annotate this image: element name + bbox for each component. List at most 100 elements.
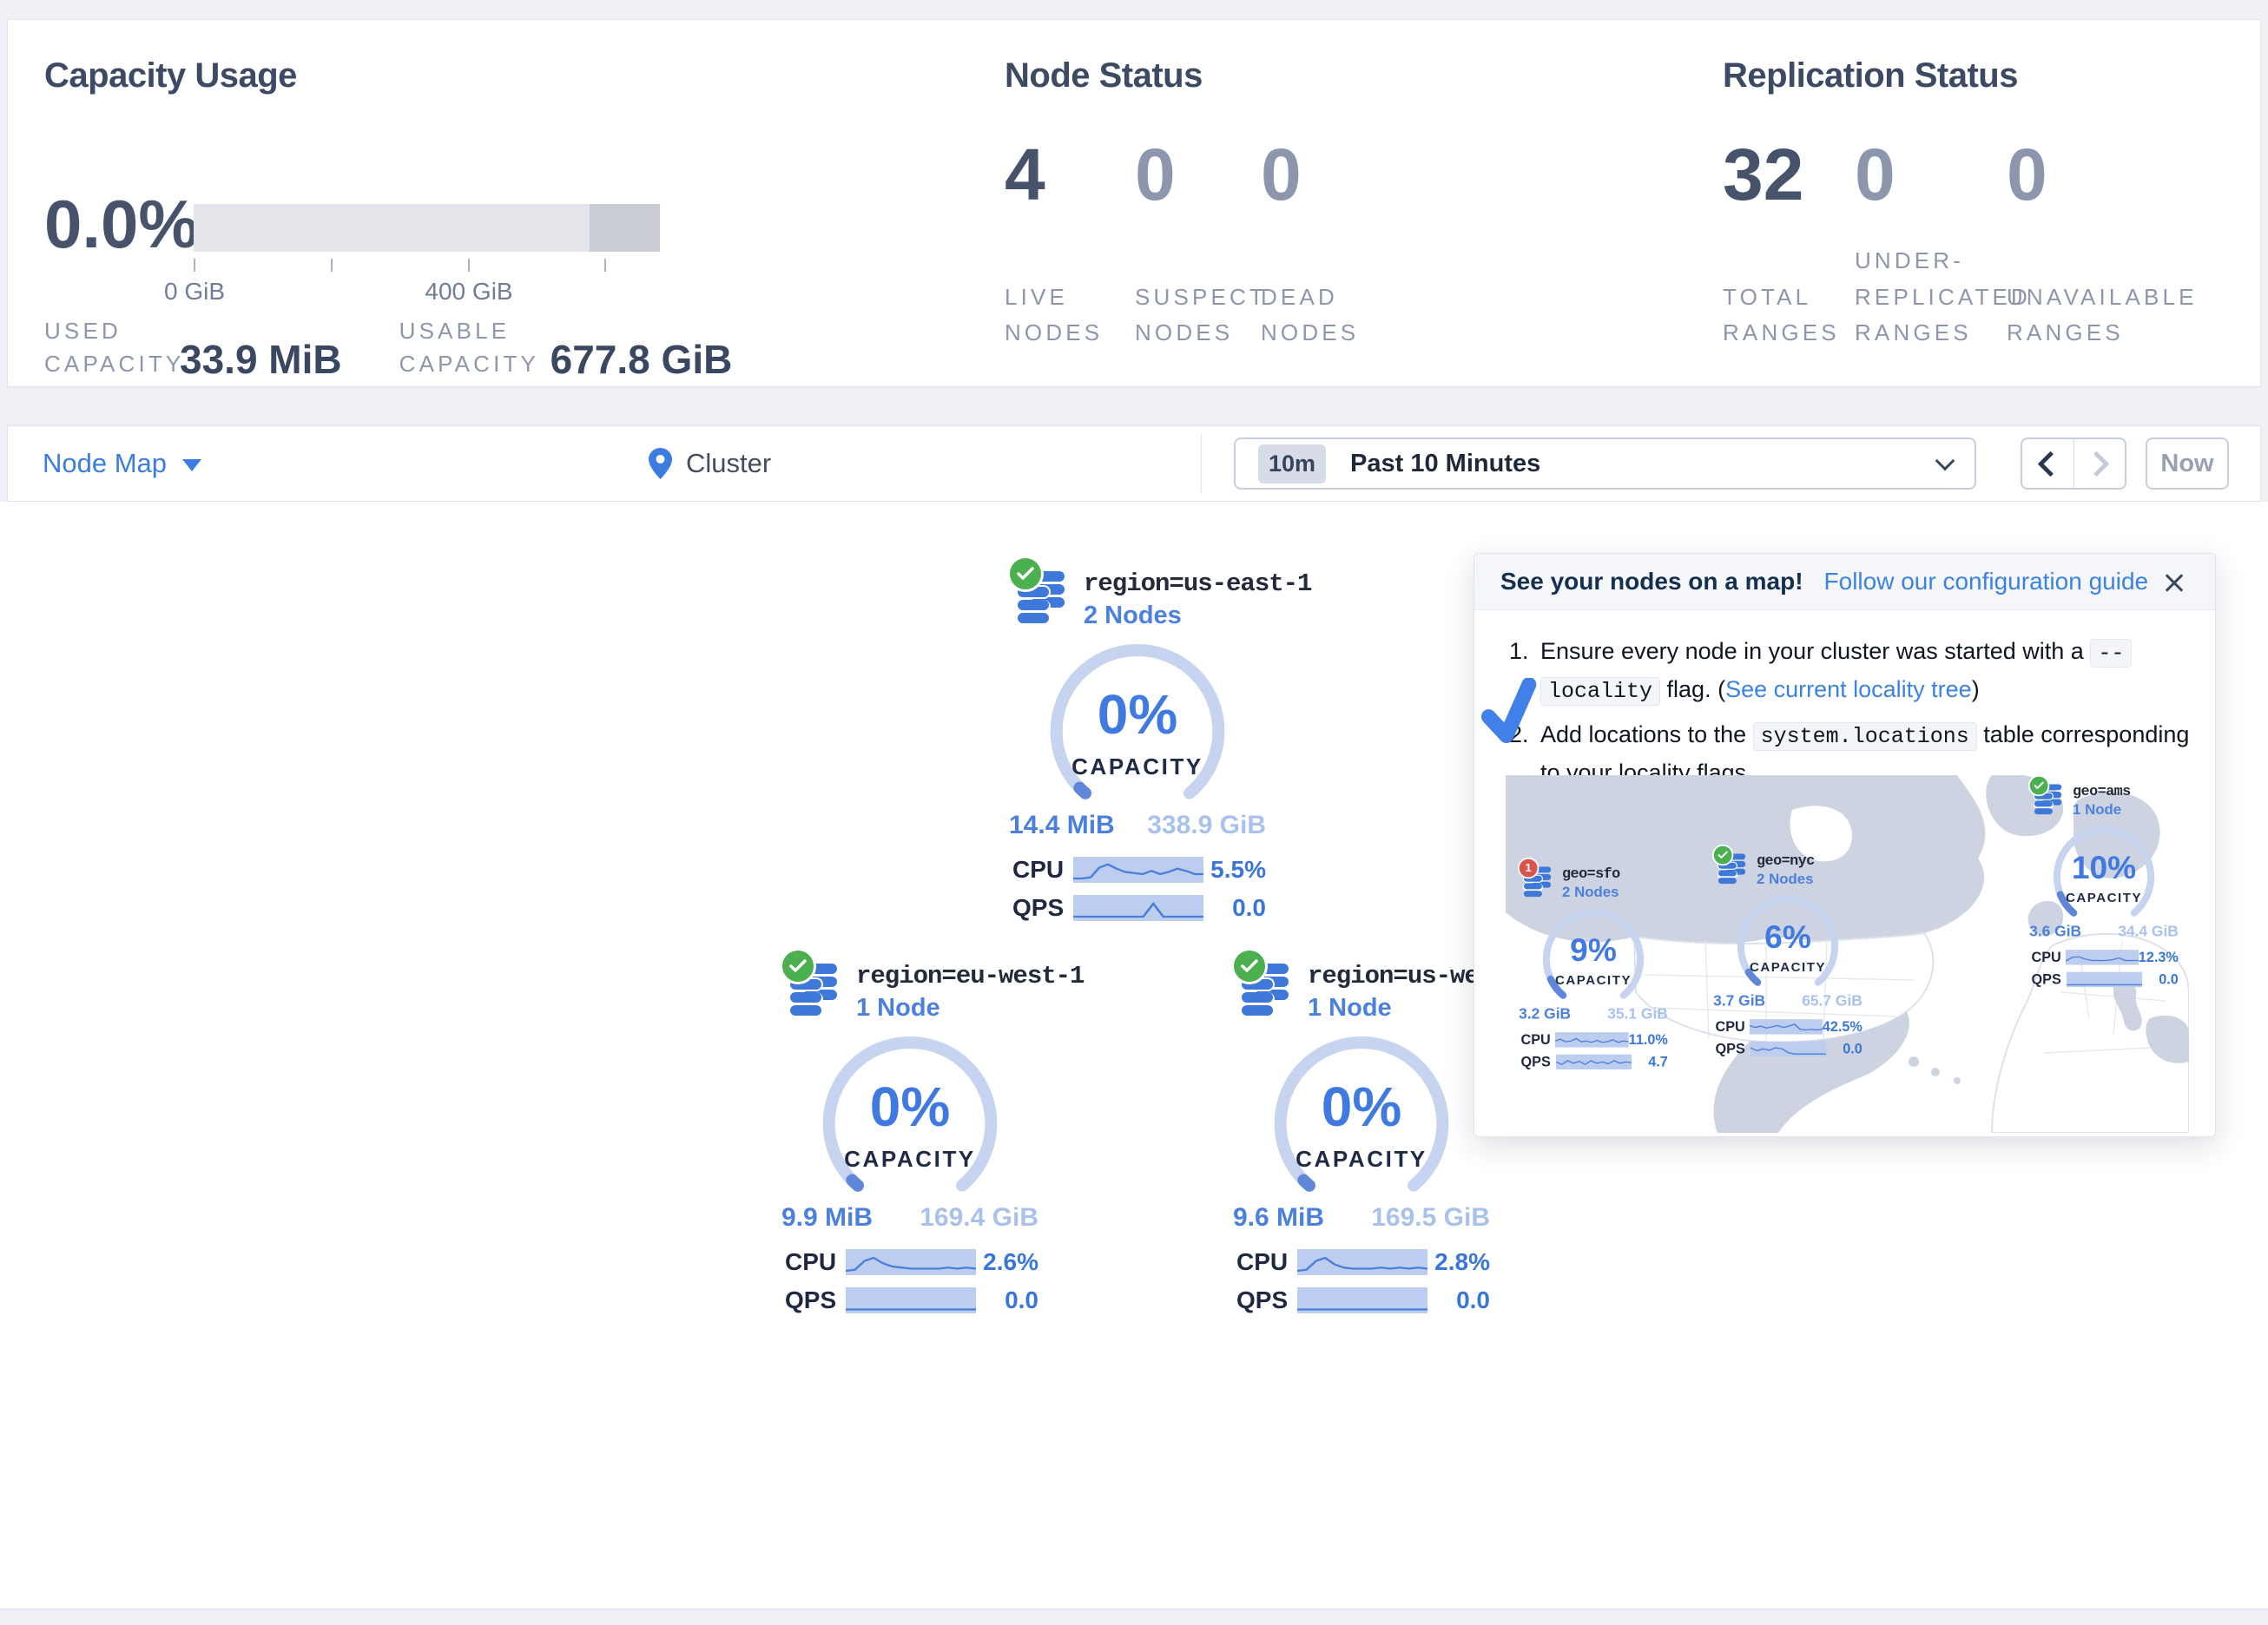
locality-flag-code: locality (1540, 677, 1660, 706)
under-replicated-label: UNDER-REPLICATED RANGES (1855, 243, 2002, 352)
dead-nodes-count: 0 (1261, 138, 1387, 211)
warning-badge: 1 (1518, 858, 1539, 878)
capacity-percent: 10% (2033, 849, 2176, 886)
qps-row: QPS 4.7 (1520, 1054, 1667, 1070)
cpu-label: CPU (785, 1248, 846, 1276)
node-group-geo-ams[interactable]: geo=ams 1 Node 10% CAPACITY 3.6 GiB 34.4… (2028, 782, 2179, 994)
qps-sparkline (2067, 972, 2142, 987)
cpu-value: 2.8% (1434, 1248, 1490, 1276)
total-capacity: 169.4 GiB (920, 1203, 1038, 1233)
healthy-check-icon (2028, 775, 2049, 796)
healthy-check-icon (780, 948, 816, 984)
node-count: 2 Nodes (1562, 885, 1669, 901)
capacity-bar-reserved-segment (590, 204, 660, 252)
now-button[interactable]: Now (2146, 438, 2229, 490)
capacity-usage-section: Capacity Usage 0.0% 0 GiB 400 GiB (44, 20, 965, 386)
usable-capacity-label: USABLE CAPACITY (399, 315, 545, 380)
capacity-percent: 6% (1717, 918, 1860, 956)
node-group-eu-west-1[interactable]: region=eu-west-1 1 Node 0% CAPACITY 9.9 … (780, 960, 1040, 1325)
map-config-popup: See your nodes on a map! Follow our conf… (1474, 553, 2216, 1137)
dead-nodes-label: DEAD NODES (1261, 280, 1356, 352)
replication-status-title: Replication Status (1723, 56, 2018, 95)
qps-sparkline (1073, 895, 1203, 921)
locality-tree-link[interactable]: See current locality tree (1725, 676, 1972, 702)
capacity-percent: 0% (1238, 1075, 1485, 1139)
step-done-check-icon (1480, 678, 1540, 746)
replication-status-section: Replication Status 32 0 0 TOTAL RANGES U… (1723, 20, 2234, 386)
node-status-title: Node Status (1005, 56, 1203, 95)
time-range-badge: 10m (1258, 444, 1326, 484)
world-map-preview: 1 geo=sfo 2 Nodes 9% (1506, 775, 2189, 1133)
location-pin-icon (649, 448, 672, 479)
popup-step-1: 1. Ensure every node in your cluster was… (1509, 633, 2191, 709)
healthy-check-icon (1712, 845, 1733, 865)
cpu-label: CPU (1012, 856, 1073, 884)
node-group-us-west-1[interactable]: region=us-west-1 1 Node 0% CAPACITY 9.6 … (1231, 960, 1492, 1325)
total-capacity: 34.4 GiB (2118, 923, 2179, 940)
qps-label: QPS (2031, 971, 2067, 988)
node-group-geo-sfo[interactable]: 1 geo=sfo 2 Nodes 9% (1518, 865, 1669, 1076)
time-range-selector[interactable]: 10m Past 10 Minutes (1234, 438, 1976, 490)
time-forward-button[interactable] (2074, 439, 2126, 488)
capacity-percent: 9% (1522, 931, 1665, 969)
capacity-gauge: 0% CAPACITY (787, 1030, 1033, 1200)
capacity-caption: CAPACITY (787, 1146, 1033, 1173)
qps-sparkline (1750, 1042, 1826, 1056)
cpu-value: 42.5% (1823, 1019, 1863, 1036)
map-toolbar: Node Map Cluster 10m Past 10 Minutes Now (7, 425, 2261, 502)
capacity-bar-track (194, 204, 660, 252)
cpu-row: CPU 2.8% (1236, 1248, 1490, 1276)
view-selector-dropdown[interactable]: Node Map (43, 426, 201, 501)
region-label: geo=ams (2073, 783, 2179, 799)
used-capacity: 3.2 GiB (1519, 1005, 1571, 1023)
qps-label: QPS (1715, 1041, 1750, 1057)
popup-body: 1. Ensure every node in your cluster was… (1474, 610, 2215, 792)
time-range-label: Past 10 Minutes (1350, 450, 1540, 478)
capacity-gauge: 0% CAPACITY (1014, 637, 1261, 807)
used-capacity: 9.6 MiB (1233, 1203, 1324, 1233)
qps-label: QPS (1236, 1286, 1297, 1314)
used-capacity: 14.4 MiB (1009, 811, 1115, 840)
time-step-buttons (2021, 438, 2126, 490)
healthy-check-icon (1007, 556, 1044, 592)
region-label: region=us-east-1 (1084, 569, 1268, 598)
suspect-nodes-label: SUSPECT NODES (1135, 280, 1256, 352)
capacity-gauge: 6% CAPACITY (1717, 891, 1860, 990)
capacity-caption: CAPACITY (2033, 890, 2176, 905)
qps-sparkline (1297, 1287, 1427, 1313)
qps-value: 0.0 (1005, 1286, 1038, 1314)
qps-row: QPS 0.0 (1012, 894, 1266, 922)
chevron-right-icon (2084, 451, 2110, 477)
cpu-row: CPU 5.5% (1012, 856, 1266, 884)
cpu-value: 5.5% (1210, 856, 1266, 884)
total-capacity: 35.1 GiB (1607, 1005, 1668, 1023)
cpu-sparkline (1750, 1019, 1823, 1034)
usable-capacity-metric: USABLE CAPACITY 677.8 GiB (399, 315, 733, 380)
cpu-value: 12.3% (2139, 950, 2179, 966)
capacity-percent: 0% (1014, 682, 1261, 747)
cpu-value: 11.0% (1629, 1032, 1668, 1049)
cpu-label: CPU (1236, 1248, 1297, 1276)
node-count: 1 Node (856, 994, 1040, 1023)
node-map-page: Capacity Usage 0.0% 0 GiB 400 GiB (0, 0, 2268, 1625)
node-map-canvas: region=us-east-1 2 Nodes 0% CAPACITY 14.… (0, 502, 2268, 1609)
qps-sparkline (1556, 1055, 1632, 1069)
chevron-down-icon (1935, 451, 1955, 471)
node-group-us-east-1[interactable]: region=us-east-1 2 Nodes 0% CAPACITY 14.… (1007, 568, 1268, 932)
breadcrumb[interactable]: Cluster (649, 426, 771, 501)
capacity-gauge: 9% CAPACITY (1522, 905, 1665, 1003)
node-status-section: Node Status 4 0 0 LIVE NODES SUSPECT NOD… (1005, 20, 1699, 386)
caret-down-icon (182, 459, 201, 471)
close-icon[interactable] (2159, 567, 2189, 596)
time-back-button[interactable] (2022, 439, 2074, 488)
tick-label-0: 0 GiB (164, 278, 225, 306)
used-capacity-label: USED CAPACITY (44, 315, 175, 380)
configuration-guide-link[interactable]: Follow our configuration guide (1824, 568, 2149, 595)
node-count: 1 Node (2073, 802, 2179, 819)
live-nodes-count: 4 (1005, 138, 1135, 211)
node-group-geo-nyc[interactable]: geo=nyc 2 Nodes 6% CAPACITY 3.7 GiB 65.7… (1712, 852, 1863, 1063)
capacity-bar: 0 GiB 400 GiB (194, 204, 660, 307)
tick-label-400: 400 GiB (425, 278, 512, 306)
used-capacity: 3.6 GiB (2029, 923, 2081, 940)
qps-row: QPS 0.0 (785, 1286, 1038, 1314)
